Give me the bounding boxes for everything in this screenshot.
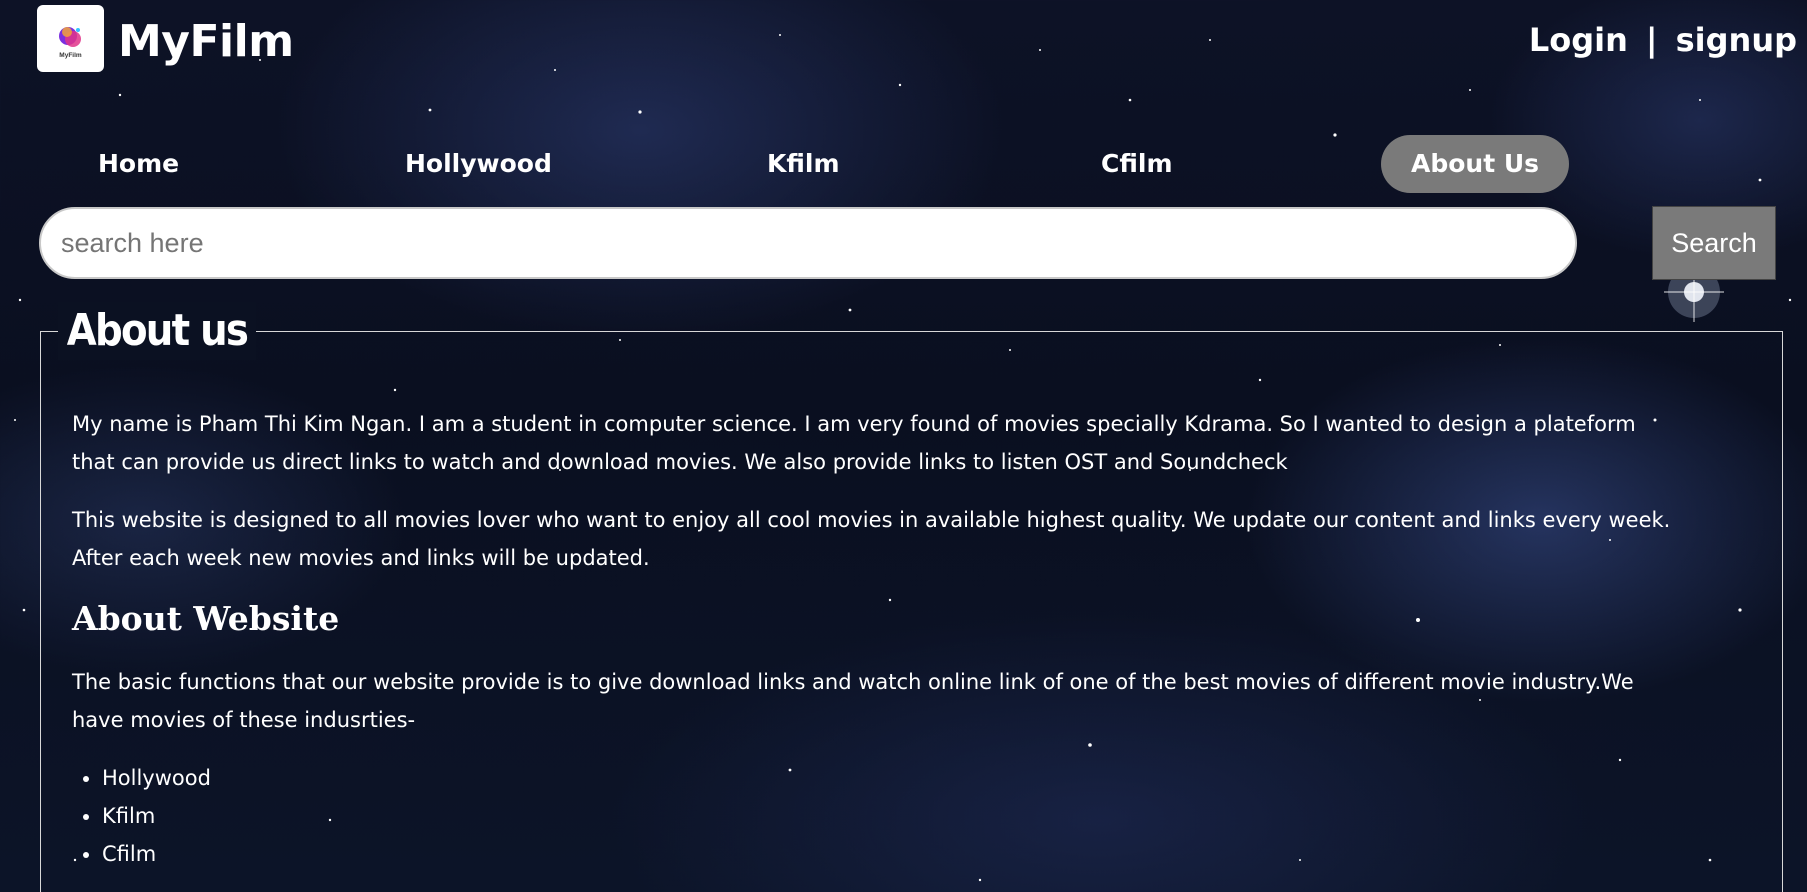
logo-text: MyFilm	[59, 52, 82, 59]
about-paragraph-intro: My name is Pham Thi Kim Ngan. I am a stu…	[72, 412, 1636, 474]
about-paragraph-functions: The basic functions that our website pro…	[72, 670, 1634, 732]
about-content: My name is Pham Thi Kim Ngan. I am a stu…	[72, 405, 1672, 873]
about-paragraph-purpose: This website is designed to all movies l…	[72, 508, 1671, 570]
list-item: Hollywood	[102, 759, 1672, 797]
signup-link[interactable]: signup	[1676, 14, 1797, 66]
auth-links: Login | signup	[1529, 14, 1797, 66]
brand-name[interactable]: MyFilm	[118, 16, 294, 68]
list-item: Kfilm	[102, 797, 1672, 835]
login-link[interactable]: Login	[1529, 14, 1628, 66]
nav-item-home[interactable]: Home	[68, 135, 209, 193]
brand-logo[interactable]: MyFilm	[37, 5, 104, 72]
search-button[interactable]: Search	[1652, 206, 1776, 280]
list-item: Cfilm	[102, 835, 1672, 873]
nav-item-hollywood[interactable]: Hollywood	[375, 135, 582, 193]
auth-separator: |	[1645, 21, 1658, 59]
nav-item-cfilm[interactable]: Cfilm	[1071, 135, 1203, 193]
nav-item-about-us[interactable]: About Us	[1381, 135, 1570, 193]
industry-list: Hollywood Kfilm Cfilm	[72, 759, 1672, 873]
nav-item-kfilm[interactable]: Kfilm	[737, 135, 870, 193]
about-title: About us	[58, 302, 256, 360]
about-website-heading: About Website	[72, 599, 340, 638]
search-input[interactable]	[39, 207, 1577, 279]
film-logo-icon: MyFilm	[59, 27, 82, 59]
